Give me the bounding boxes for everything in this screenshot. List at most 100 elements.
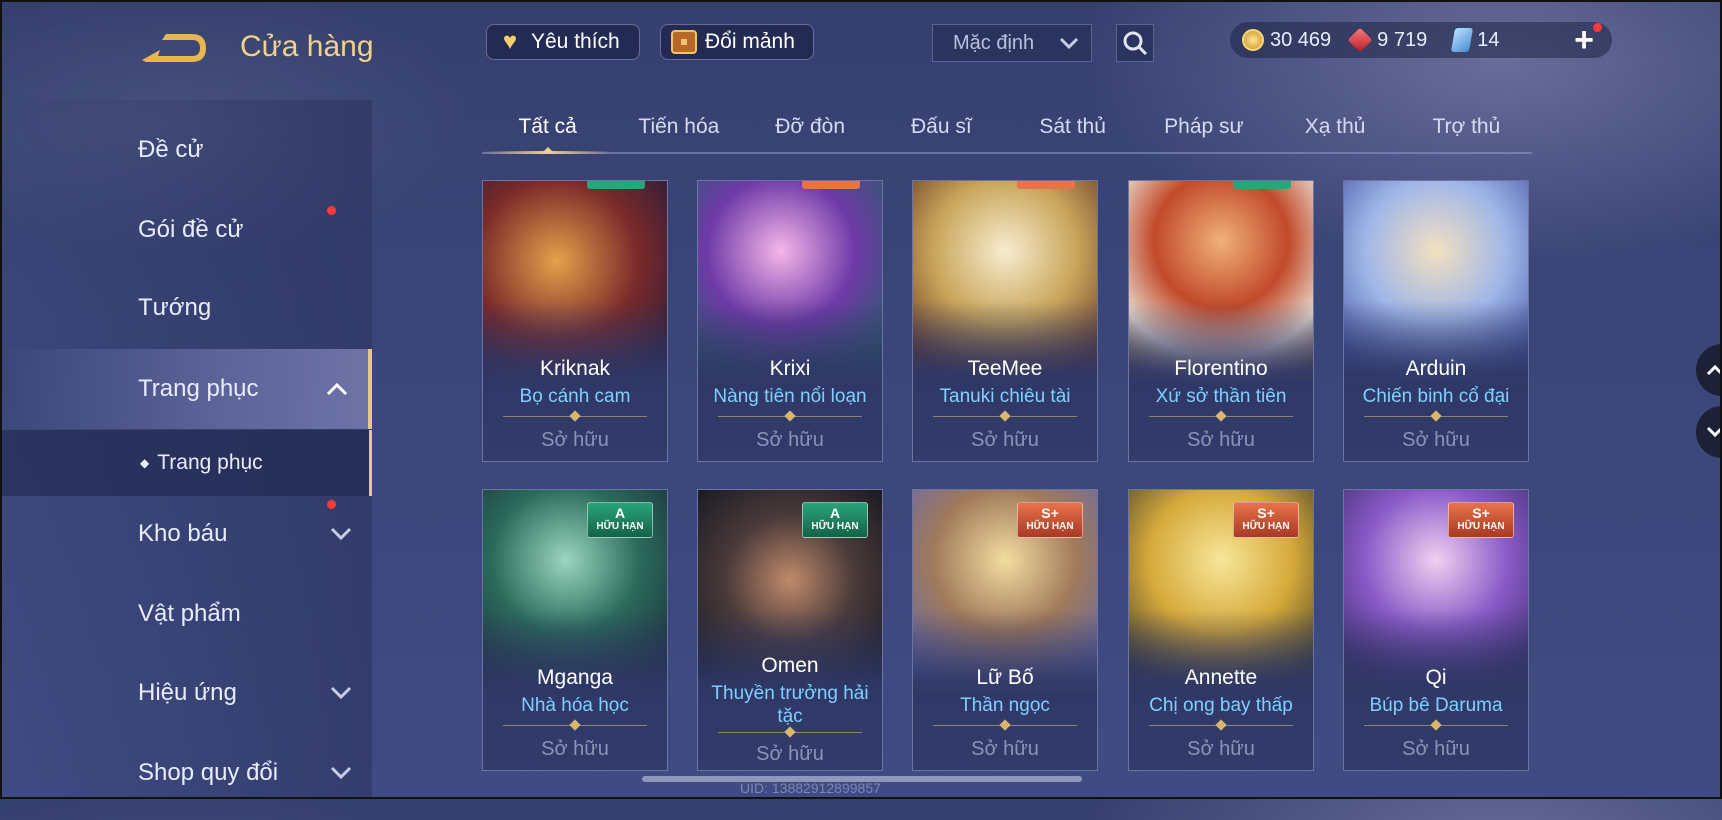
sidebar-item-heroes[interactable]: Tướng xyxy=(0,270,372,346)
skin-card-krixi[interactable]: Krixi Nàng tiên nổi loạn Sở hữu xyxy=(697,180,883,462)
chest-icon xyxy=(669,27,699,57)
exchange-shards-button[interactable]: Đổi mảnh xyxy=(660,24,814,60)
notification-dot xyxy=(327,206,336,215)
owned-status: Sở hữu xyxy=(1187,738,1255,760)
gold-counter: 30 469 xyxy=(1242,29,1331,52)
sidebar-item-label: Vật phẩm xyxy=(138,600,241,627)
hero-name: Mganga xyxy=(537,666,613,689)
hero-name: Lữ Bố xyxy=(976,666,1034,689)
tab-assassin[interactable]: Sát thủ xyxy=(1007,104,1138,152)
skin-name: Bọ cánh cam xyxy=(519,386,631,407)
sidebar-item-label: Gói đề cử xyxy=(138,216,244,243)
diamond-bullet-icon: ◆ xyxy=(140,456,150,470)
scroll-down-button[interactable] xyxy=(1696,406,1722,458)
hero-name: Omen xyxy=(761,654,819,677)
page-title: Cửa hàng xyxy=(240,30,374,63)
user-id-watermark: UID: 13882912899857 xyxy=(740,780,881,796)
sidebar-item-label: Hiệu ứng xyxy=(138,679,237,706)
skin-card-annette[interactable]: S+ HỮU HẠN Annette Chị ong bay thấp Sở hữ… xyxy=(1128,489,1314,771)
tab-tank[interactable]: Đỡ đòn xyxy=(745,104,876,152)
plus-icon: + xyxy=(1574,20,1594,59)
tab-fighter[interactable]: Đấu sĩ xyxy=(876,104,1007,152)
skin-card-florentino[interactable]: Florentino Xứ sở thần tiên Sở hữu xyxy=(1128,180,1314,462)
chevron-down-icon xyxy=(1706,426,1722,438)
back-arrow-icon xyxy=(142,34,206,62)
skin-card-mganga[interactable]: A HỮU HẠN Mganga Nhà hóa học Sở hữu xyxy=(482,489,668,771)
tier-badge: A HỮU HẠN xyxy=(802,502,868,538)
tab-evolution[interactable]: Tiến hóa xyxy=(613,104,744,152)
hero-name: TeeMee xyxy=(967,357,1043,380)
sidebar-item-label: Tướng xyxy=(138,294,212,321)
scroll-up-button[interactable] xyxy=(1696,344,1722,396)
hero-name: Kriknak xyxy=(539,357,611,380)
search-icon xyxy=(1123,31,1148,56)
hero-name: Florentino xyxy=(1174,357,1268,380)
back-button[interactable] xyxy=(138,28,210,68)
currency-bar: 30 469 9 719 14 + xyxy=(1230,20,1612,60)
tab-mage[interactable]: Pháp sư xyxy=(1138,104,1269,152)
owned-status: Sở hữu xyxy=(1402,429,1470,451)
chevron-down-icon xyxy=(1059,32,1079,55)
sidebar-item-recommended[interactable]: Đề cử xyxy=(0,112,372,188)
owned-status: Sở hữu xyxy=(971,738,1039,760)
hero-name: Annette xyxy=(1184,666,1258,689)
ruby-icon xyxy=(1347,27,1373,53)
tier-badge: S+ HỮU HẠN xyxy=(1017,502,1083,538)
tab-all[interactable]: Tất cả xyxy=(482,104,614,154)
sidebar-item-treasure[interactable]: Kho báu xyxy=(0,496,372,572)
hero-name: Krixi xyxy=(769,357,811,380)
sidebar-item-label: Trang phục xyxy=(157,451,263,474)
voucher-counter: 9 719 xyxy=(1347,27,1428,53)
chevron-up-icon xyxy=(1706,364,1722,376)
notification-dot xyxy=(327,500,336,509)
sidebar-item-items[interactable]: Vật phẩm xyxy=(0,576,372,652)
sidebar-item-label: Shop quy đổi xyxy=(138,759,279,786)
badge-tab xyxy=(1017,181,1075,189)
chevron-down-icon xyxy=(330,680,352,706)
sidebar-item-skins[interactable]: Trang phục xyxy=(0,349,372,429)
ticket-icon xyxy=(1451,28,1474,52)
owned-status: Sở hữu xyxy=(1402,738,1470,760)
skin-name: Tanuki chiêu tài xyxy=(939,386,1071,407)
skin-card-lu-bo[interactable]: S+ HỮU HẠN Lữ Bố Thần ngọc Sở hữu xyxy=(912,489,1098,771)
search-button[interactable] xyxy=(1116,24,1154,62)
sidebar: Đề cử Gói đề cử Tướng Trang phục ◆ Trang… xyxy=(0,100,372,799)
skin-card-omen[interactable]: A HỮU HẠN Omen Thuyền trưởng hải tặc Sở h… xyxy=(697,489,883,771)
skin-card-qi[interactable]: S+ HỮU HẠN Qi Búp bê Daruma Sở hữu xyxy=(1343,489,1529,771)
sidebar-subitem-skins[interactable]: ◆ Trang phục xyxy=(0,430,372,496)
tab-support[interactable]: Trợ thủ xyxy=(1401,104,1532,152)
exchange-label: Đổi mảnh xyxy=(705,30,795,53)
role-tabs: Tất cả Tiến hóa Đỡ đòn Đấu sĩ Sát thủ Ph… xyxy=(482,104,1532,154)
sort-dropdown[interactable]: Mặc định xyxy=(932,24,1092,62)
skin-name: Xứ sở thần tiên xyxy=(1155,386,1287,407)
notification-dot xyxy=(1593,22,1602,32)
sidebar-item-effects[interactable]: Hiệu ứng xyxy=(0,655,372,731)
skin-name: Nhà hóa học xyxy=(521,695,629,716)
gold-coin-icon xyxy=(1242,29,1264,51)
skin-card-kriknak[interactable]: Kriknak Bọ cánh cam Sở hữu xyxy=(482,180,668,462)
tab-marksman[interactable]: Xạ thủ xyxy=(1270,104,1401,152)
skin-card-arduin[interactable]: Arduin Chiến binh cổ đại Sở hữu xyxy=(1343,180,1529,462)
badge-tab xyxy=(587,181,645,189)
skin-name: Nàng tiên nổi loạn xyxy=(713,386,867,407)
sidebar-item-label: Đề cử xyxy=(138,136,204,163)
skin-name: Thần ngọc xyxy=(960,695,1050,716)
skin-name: Chiến binh cổ đại xyxy=(1362,386,1510,407)
owned-status: Sở hữu xyxy=(756,429,824,451)
owned-status: Sở hữu xyxy=(541,738,609,760)
skin-card-teemee[interactable]: TeeMee Tanuki chiêu tài Sở hữu xyxy=(912,180,1098,462)
owned-status: Sở hữu xyxy=(541,429,609,451)
voucher-amount: 9 719 xyxy=(1377,28,1428,51)
owned-status: Sở hữu xyxy=(1187,429,1255,451)
favorite-button[interactable]: ♥ Yêu thích xyxy=(486,24,640,60)
sidebar-item-label: Kho báu xyxy=(138,520,228,547)
sidebar-item-exchange-shop[interactable]: Shop quy đổi xyxy=(0,735,372,811)
sidebar-item-bundles[interactable]: Gói đề cử xyxy=(0,192,372,268)
owned-status: Sở hữu xyxy=(971,429,1039,451)
skin-grid: Kriknak Bọ cánh cam Sở hữu Krixi Nàng ti… xyxy=(482,180,1532,820)
skin-name: Chị ong bay thấp xyxy=(1149,695,1293,716)
skin-name: Búp bê Daruma xyxy=(1369,695,1503,716)
hero-name: Arduin xyxy=(1405,357,1467,380)
chevron-down-icon xyxy=(330,521,352,547)
add-currency-button[interactable]: + xyxy=(1574,20,1602,60)
